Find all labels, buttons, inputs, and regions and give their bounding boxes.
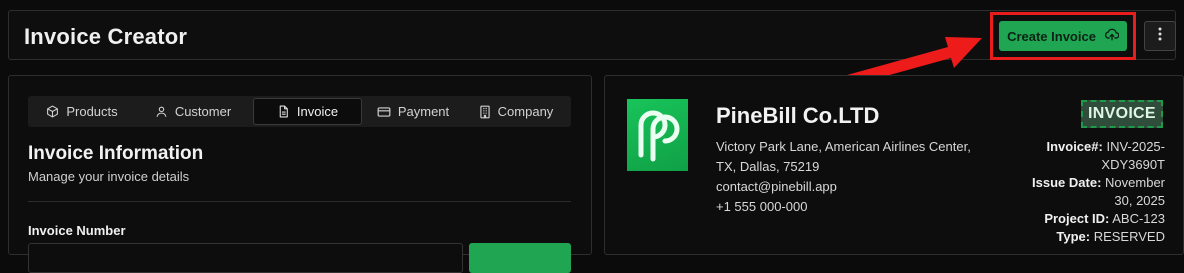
file-icon — [277, 105, 290, 118]
top-bar: Invoice Creator Create Invoice — [8, 10, 1176, 60]
tab-customer[interactable]: Customer — [133, 98, 253, 125]
address-line: Victory Park Lane, American Airlines Cen… — [716, 139, 971, 154]
tab-company[interactable]: Company — [464, 98, 568, 125]
more-options-button[interactable] — [1144, 21, 1176, 51]
meta-label: Invoice#: — [1046, 139, 1103, 154]
tab-label: Products — [66, 104, 118, 119]
create-invoice-label: Create Invoice — [1007, 28, 1096, 44]
tab-bar: Products Customer Invoice Payment Compan… — [28, 96, 571, 127]
cloud-upload-icon — [1104, 28, 1120, 44]
building-icon — [479, 105, 491, 119]
invoice-number-value: INV-2025- — [1106, 139, 1165, 154]
tab-label: Invoice — [296, 104, 339, 119]
company-name: PineBill Co.LTD — [716, 103, 880, 128]
tab-invoice[interactable]: Invoice — [253, 98, 362, 125]
invoice-number-label: Invoice Number — [28, 223, 126, 238]
invoice-preview-panel: PineBill Co.LTD Victory Park Lane, Ameri… — [604, 75, 1184, 255]
meta-label: Issue Date: — [1032, 175, 1102, 190]
type-value: RESERVED — [1093, 229, 1165, 244]
create-invoice-highlight: Create Invoice — [990, 12, 1136, 60]
create-invoice-button[interactable]: Create Invoice — [999, 21, 1127, 51]
invoice-meta: Invoice#: INV-2025- XDY3690T Issue Date:… — [1015, 138, 1165, 246]
address-line: TX, Dallas, 75219 — [716, 159, 820, 174]
editor-panel: Products Customer Invoice Payment Compan… — [8, 75, 592, 273]
section-subtitle: Manage your invoice details — [28, 169, 190, 184]
section-title: Invoice Information — [28, 143, 204, 164]
tab-label: Payment — [397, 104, 450, 119]
invoice-badge: INVOICE — [1081, 100, 1163, 128]
tab-label: Company — [497, 104, 554, 119]
company-logo — [627, 99, 688, 171]
generate-number-button[interactable] — [469, 243, 571, 273]
issue-date-value-cont: 30, 2025 — [1114, 193, 1165, 208]
credit-card-icon — [377, 106, 391, 118]
meta-label: Type: — [1056, 229, 1091, 244]
invoice-number-value-cont: XDY3690T — [1101, 157, 1165, 172]
company-email: contact@pinebill.app — [716, 179, 837, 194]
divider — [28, 201, 571, 202]
project-id-value: ABC-123 — [1112, 211, 1165, 226]
invoice-number-input[interactable] — [28, 243, 463, 273]
tab-products[interactable]: Products — [31, 98, 133, 125]
box-icon — [46, 105, 59, 118]
issue-date-value: November — [1105, 175, 1165, 190]
more-vertical-icon — [1158, 27, 1162, 46]
app-title: Invoice Creator — [24, 24, 188, 49]
tab-label: Customer — [174, 104, 232, 119]
meta-label: Project ID: — [1044, 211, 1110, 226]
tab-payment[interactable]: Payment — [362, 98, 464, 125]
company-address-block: Victory Park Lane, American Airlines Cen… — [716, 137, 971, 217]
company-phone: +1 555 000-000 — [716, 199, 808, 214]
user-icon — [155, 105, 168, 118]
